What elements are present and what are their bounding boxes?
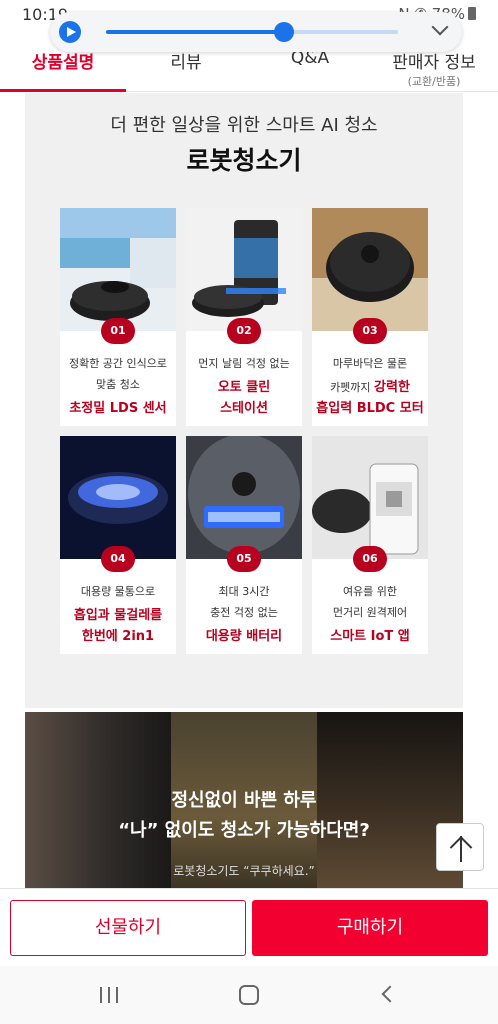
gift-button[interactable]: 선물하기 (10, 900, 246, 956)
feature-card-3: 03 마루바닥은 물론 카펫까지 강력한 흡입력 BLDC 모터 (312, 208, 428, 426)
feature-number-badge: 01 (101, 318, 135, 344)
media-player (50, 12, 462, 52)
home-icon[interactable] (239, 985, 259, 1005)
feature-card-1: 01 정확한 공간 인식으로 맞춤 청소 초정밀 LDS 센서 (60, 208, 176, 426)
feature-image-lds (60, 208, 176, 331)
banner-line-3: 로봇청소기도 “쿠쿠하세요.” (173, 864, 315, 878)
android-nav-bar (0, 966, 498, 1024)
intro-subtitle: 더 편한 일상을 위한 스마트 AI 청소 (110, 115, 378, 136)
feature-image-station (186, 208, 302, 331)
play-icon[interactable] (59, 21, 81, 43)
feature-image-app (312, 436, 428, 559)
feature-number-badge: 05 (227, 546, 261, 572)
recent-apps-icon[interactable] (100, 987, 118, 1003)
seek-thumb[interactable] (274, 22, 295, 42)
feature-number-badge: 02 (227, 318, 261, 344)
feature-image-motor (312, 208, 428, 331)
intro-headline: 로봇청소기 (186, 146, 302, 175)
feature-card-2: 02 먼지 날림 걱정 없는 오토 클린 스테이션 (186, 208, 302, 426)
buy-button[interactable]: 구매하기 (252, 900, 488, 956)
seek-fill (106, 30, 285, 34)
purchase-bar: 선물하기 구매하기 (0, 888, 498, 966)
feature-card-6: 06 여유를 위한 먼거리 원격제어 스마트 IoT 앱 (312, 436, 428, 654)
feature-image-waterbin (60, 436, 176, 559)
promo-banner: 정신없이 바쁜 하루 “나” 없이도 청소가 가능하다면? 로봇청소기도 “쿠쿠… (25, 712, 463, 888)
active-tab-indicator (0, 89, 126, 92)
product-description: 더 편한 일상을 위한 스마트 AI 청소 로봇청소기 01 정확한 공간 인식… (25, 93, 463, 708)
feature-card-4: 04 대용량 물통으로 흡입과 물걸레를 한번에 2in1 (60, 436, 176, 654)
seek-bar[interactable] (106, 22, 398, 42)
feature-number-badge: 03 (353, 318, 387, 344)
feature-card-5: 05 최대 3시간 충전 걱정 없는 대용량 배터리 (186, 436, 302, 654)
feature-number-badge: 06 (353, 546, 387, 572)
tab-seller-info[interactable]: 판매자 정보 (교환/반품) (372, 48, 496, 89)
scroll-to-top-button[interactable] (436, 823, 484, 871)
battery-icon (468, 7, 476, 20)
banner-line-2: “나” 없이도 청소가 가능하다면? (118, 820, 370, 841)
back-icon[interactable] (381, 985, 399, 1003)
banner-line-1: 정신없이 바쁜 하루 (171, 790, 317, 811)
feature-number-badge: 04 (101, 546, 135, 572)
feature-image-battery (186, 436, 302, 559)
chevron-down-icon[interactable] (431, 18, 449, 36)
